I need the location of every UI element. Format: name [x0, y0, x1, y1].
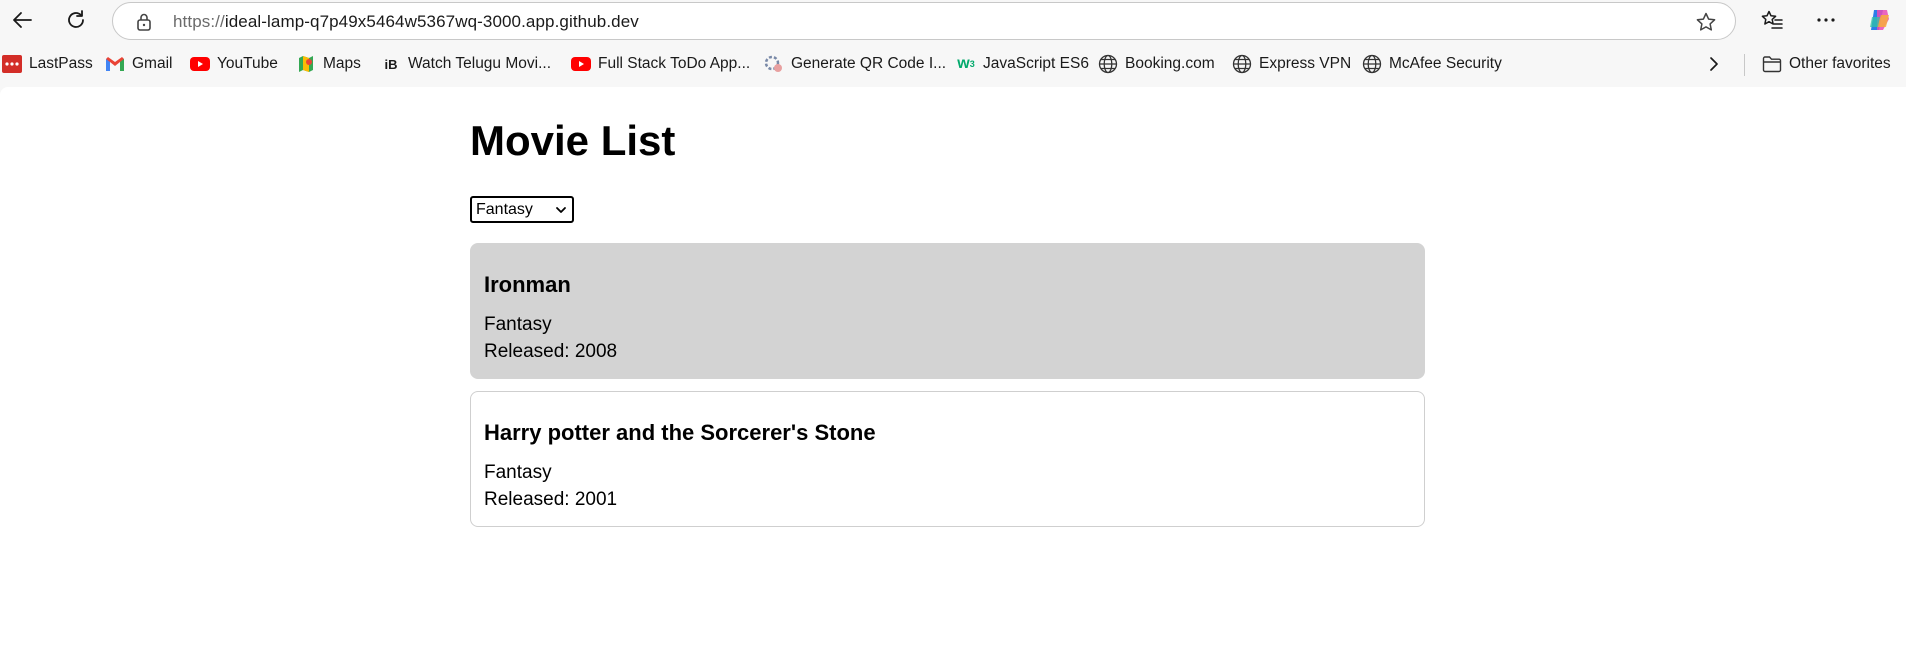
copilot-button[interactable]: [1862, 4, 1898, 36]
browser-toolbar: https://ideal-lamp-q7p49x5464w5367wq-300…: [0, 0, 1906, 40]
url-protocol: https://: [173, 12, 225, 31]
favorite-express-vpn[interactable]: Express VPN: [1232, 52, 1351, 76]
favorites-overflow-button[interactable]: [1706, 52, 1722, 76]
favorite-label: Express VPN: [1259, 55, 1352, 72]
movie-title: Ironman: [484, 272, 571, 297]
folder-icon: [1762, 54, 1782, 74]
favorite-star-icon[interactable]: [1695, 11, 1717, 33]
favorite-label: Gmail: [132, 55, 173, 72]
maps-icon: [296, 54, 316, 74]
favorite-mcafee[interactable]: McAfee Security: [1362, 52, 1502, 76]
gmail-icon: [105, 54, 125, 74]
favorite-gmail[interactable]: Gmail: [105, 52, 172, 76]
lastpass-icon: [2, 54, 22, 74]
lock-icon: [137, 13, 151, 31]
youtube-icon: [190, 54, 210, 74]
copilot-icon: [1870, 10, 1889, 30]
more-options-button[interactable]: [1808, 4, 1844, 36]
ellipsis-icon: [1817, 18, 1835, 22]
favorite-label: McAfee Security: [1389, 55, 1502, 72]
movie-title: Harry potter and the Sorcerer's Stone: [484, 420, 876, 445]
movie-genre: Fantasy: [484, 314, 552, 335]
other-favorites-folder[interactable]: Other favorites: [1762, 52, 1891, 76]
qr-generator-icon: [764, 54, 784, 74]
page-content: Movie List Fantasy Ironman Fantasy Relea…: [0, 87, 1906, 646]
globe-icon: [1362, 54, 1382, 74]
favorites-bar: LastPass Gmail YouTube Maps iB Watch Tel…: [0, 44, 1906, 84]
favorite-youtube[interactable]: YouTube: [190, 52, 278, 76]
favorite-full-stack-todo[interactable]: Full Stack ToDo App...: [571, 52, 750, 76]
globe-icon: [1232, 54, 1252, 74]
back-button[interactable]: [4, 4, 40, 36]
page-title: Movie List: [470, 117, 676, 164]
genre-filter-select[interactable]: Fantasy: [470, 196, 574, 223]
favorite-lastpass[interactable]: LastPass: [2, 52, 93, 76]
favorite-label: JavaScript ES6: [983, 55, 1089, 72]
favorite-label: Full Stack ToDo App...: [598, 55, 751, 72]
other-favorites-label: Other favorites: [1789, 55, 1891, 72]
movie-release-year: Released: 2008: [484, 341, 618, 362]
favorite-label: YouTube: [217, 55, 278, 72]
movie-release-year: Released: 2001: [484, 489, 618, 510]
globe-icon: [1098, 54, 1118, 74]
favorites-list-icon: [1761, 10, 1783, 29]
movie-genre: Fantasy: [484, 462, 552, 483]
favorite-label: LastPass: [29, 55, 93, 72]
refresh-button[interactable]: [58, 4, 94, 36]
favorite-javascript-es6[interactable]: w3 JavaScript ES6: [956, 52, 1089, 76]
w3schools-icon: w3: [957, 55, 975, 72]
movie-card[interactable]: Harry potter and the Sorcerer's Stone Fa…: [470, 391, 1425, 527]
movie-card[interactable]: Ironman Fantasy Released: 2008: [470, 243, 1425, 379]
favorite-label: Booking.com: [1125, 55, 1215, 72]
favorites-divider: [1744, 54, 1745, 76]
favorite-maps[interactable]: Maps: [296, 52, 361, 76]
url-text[interactable]: https://ideal-lamp-q7p49x5464w5367wq-300…: [173, 12, 639, 32]
favorite-watch-telugu[interactable]: iB Watch Telugu Movi...: [381, 52, 552, 76]
url-host: ideal-lamp-q7p49x5464w5367wq-3000.app.gi…: [224, 12, 639, 31]
favorite-label: Generate QR Code I...: [791, 55, 947, 72]
favorite-booking[interactable]: Booking.com: [1098, 52, 1215, 76]
favorite-label: Watch Telugu Movi...: [408, 55, 552, 72]
favorite-qr-code[interactable]: Generate QR Code I...: [764, 52, 946, 76]
ibomma-icon: iB: [384, 56, 398, 72]
back-arrow-icon: [13, 12, 32, 28]
chevron-right-icon: [1710, 57, 1718, 71]
favorites-button[interactable]: [1754, 4, 1790, 36]
favorite-label: Maps: [323, 55, 361, 72]
chevron-down-icon: [556, 207, 566, 213]
address-bar[interactable]: https://ideal-lamp-q7p49x5464w5367wq-300…: [112, 2, 1736, 40]
youtube-icon: [571, 54, 591, 74]
refresh-icon: [68, 10, 84, 28]
genre-filter-value: Fantasy: [476, 200, 533, 218]
